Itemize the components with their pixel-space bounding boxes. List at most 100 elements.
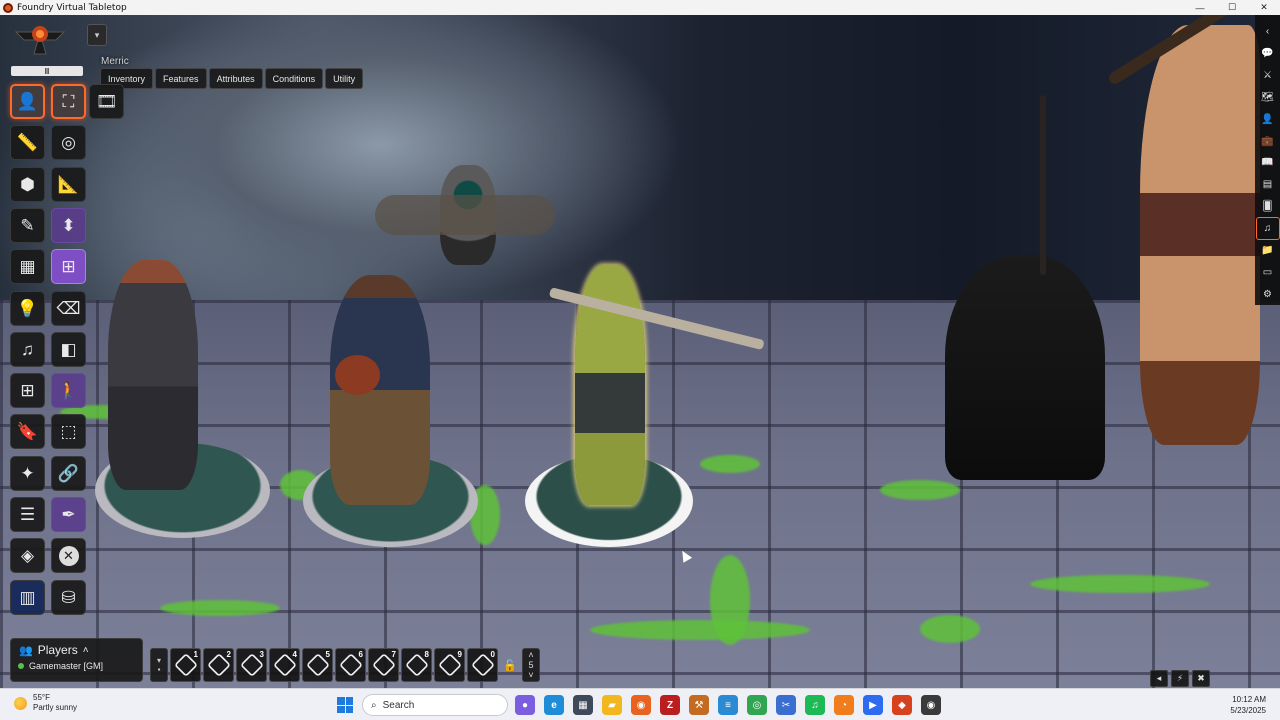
notepad-app-icon[interactable]: ≡: [718, 695, 738, 715]
grid-tool[interactable]: ⊞: [51, 249, 86, 285]
macro-slot[interactable]: 7: [368, 648, 399, 682]
hotbar-lock-icon[interactable]: 🔓: [500, 648, 520, 682]
measure-controls[interactable]: 📏: [10, 125, 45, 161]
sidebar-tab-tables[interactable]: ▤: [1257, 174, 1279, 196]
player-row[interactable]: Gamemaster [GM]: [11, 657, 142, 671]
minimize-button[interactable]: —: [1184, 0, 1216, 15]
sidebar-tab-scenes[interactable]: 🗺: [1257, 87, 1279, 109]
chevron-up-icon[interactable]: ˄: [83, 645, 89, 656]
firefox-app-icon[interactable]: ◉: [631, 695, 651, 715]
tab-conditions[interactable]: Conditions: [264, 68, 324, 89]
edge-app-icon[interactable]: e: [544, 695, 564, 715]
sidebar-tab-settings[interactable]: ⚙: [1257, 283, 1279, 305]
region-controls[interactable]: ⊞: [10, 373, 45, 409]
pause-indicator[interactable]: II: [11, 66, 83, 76]
tab-features[interactable]: Features: [155, 68, 207, 89]
sidebar-tab-combat[interactable]: ⚔: [1257, 65, 1279, 87]
explorer-app-icon[interactable]: ▰: [602, 695, 622, 715]
macro-slot[interactable]: 1: [170, 648, 201, 682]
elevation-tool[interactable]: ⬍: [51, 207, 86, 243]
sidebar-tab-chat[interactable]: 💬: [1257, 43, 1279, 65]
macro-slot[interactable]: 6: [335, 648, 366, 682]
sidebar-tab-notes[interactable]: ▭: [1257, 261, 1279, 283]
eraser-tool[interactable]: ⌫: [51, 290, 86, 326]
macro-slot[interactable]: 3: [236, 648, 267, 682]
foundry-app-icon[interactable]: ⚒: [689, 695, 709, 715]
walk-tool[interactable]: 🚶: [51, 373, 86, 409]
chrome-app-icon[interactable]: ◎: [747, 695, 767, 715]
effects-controls[interactable]: ✦: [10, 455, 45, 491]
maximize-button[interactable]: ☐: [1216, 0, 1248, 15]
wall-controls[interactable]: ▦: [10, 249, 45, 285]
weather-widget[interactable]: 55°F Partly sunny: [14, 693, 77, 713]
tab-attributes[interactable]: Attributes: [208, 68, 263, 89]
feather-tool[interactable]: ✒: [51, 497, 86, 532]
macro-slot[interactable]: 5: [302, 648, 333, 682]
window-controls: — ☐ ✕: [1184, 0, 1280, 15]
notes-controls[interactable]: 🔖: [10, 414, 45, 450]
close-button[interactable]: ✕: [1248, 0, 1280, 15]
macro-slot[interactable]: 2: [203, 648, 234, 682]
macro-slot[interactable]: 0: [467, 648, 498, 682]
sidebar-tab-playlists[interactable]: ♫: [1255, 216, 1280, 241]
page-down-icon[interactable]: ˅: [528, 670, 533, 680]
foundry-logo[interactable]: [12, 22, 68, 58]
blender-app-icon[interactable]: ◔: [834, 695, 854, 715]
cube-tool[interactable]: ◧: [51, 331, 86, 367]
list-controls[interactable]: ☰: [10, 497, 45, 532]
token-cloaked-wraith[interactable]: [945, 255, 1105, 480]
system-clock[interactable]: 10:12 AM 5/23/2025: [1220, 694, 1266, 716]
copilot-app-icon[interactable]: ●: [515, 695, 535, 715]
macro-slot[interactable]: 4: [269, 648, 300, 682]
sound-controls[interactable]: ♫: [10, 331, 45, 367]
drawing-controls[interactable]: ✎: [10, 207, 45, 243]
layers-icon: ◈: [20, 546, 35, 566]
windows-start-icon[interactable]: [337, 697, 353, 713]
token-knight[interactable]: [108, 260, 198, 490]
foundry-vtt-app-icon[interactable]: ◆: [892, 695, 912, 715]
sidebar-tab-collapse[interactable]: ‹: [1257, 21, 1279, 43]
user-icon: 👤: [1261, 113, 1274, 125]
sidebar-tab-items[interactable]: 💼: [1257, 130, 1279, 152]
clear-tool[interactable]: ✕: [51, 538, 86, 574]
sidebar-tab-journal[interactable]: 📖: [1257, 152, 1279, 174]
taskbar-search[interactable]: ⌕ Search: [362, 694, 508, 716]
sidebar-tab-compendium[interactable]: 📁: [1257, 239, 1279, 261]
page-up-icon[interactable]: ˄: [528, 650, 533, 660]
snipping-app-icon[interactable]: ✂: [776, 695, 796, 715]
target-tool[interactable]: ◎: [51, 125, 86, 161]
ruler-tool[interactable]: 📐: [51, 166, 86, 202]
tools-icon[interactable]: ✖: [1192, 670, 1210, 687]
map-controls[interactable]: ▥: [10, 579, 45, 615]
lighting-controls[interactable]: 💡: [10, 290, 45, 326]
filezilla-app-icon[interactable]: Z: [660, 695, 680, 715]
token-ogre-partial[interactable]: [1140, 25, 1260, 445]
players-panel[interactable]: 👥 Players ˄ Gamemaster [GM]: [10, 638, 143, 682]
tile-controls[interactable]: ⬢: [10, 166, 45, 202]
token-controls[interactable]: 👤: [10, 84, 45, 119]
game-canvas[interactable]: [0, 15, 1280, 688]
activity-icon[interactable]: ⚡: [1171, 670, 1189, 687]
hotbar-menu-toggle[interactable]: ▾ ▪: [150, 648, 168, 682]
note-icon: ▭: [1262, 266, 1273, 278]
link-tool[interactable]: 🔗: [51, 455, 86, 491]
layers-controls[interactable]: ◈: [10, 538, 45, 574]
sun-icon: [14, 696, 27, 710]
spotify-app-icon[interactable]: ♫: [805, 695, 825, 715]
zoom-app-icon[interactable]: ▶: [863, 695, 883, 715]
obs-app-icon[interactable]: ◉: [921, 695, 941, 715]
calculator-app-icon[interactable]: ▦: [573, 695, 593, 715]
tab-utility[interactable]: Utility: [325, 68, 364, 89]
sidebar-tab-cards[interactable]: 🂠: [1257, 196, 1279, 218]
scene-navigation-toggle[interactable]: ▾: [87, 24, 107, 46]
hotbar-page-controls[interactable]: ˄ 5 ˅: [522, 648, 540, 682]
macro-slot[interactable]: 9: [434, 648, 465, 682]
transform-tool[interactable]: ⬚: [51, 414, 86, 450]
sidebar-tab-actors[interactable]: 👤: [1257, 108, 1279, 130]
select-tool[interactable]: ⛶: [51, 84, 86, 119]
collapse-icon[interactable]: ◂: [1150, 670, 1168, 687]
film-tool[interactable]: 🎞: [89, 84, 124, 119]
macro-slot[interactable]: 8: [401, 648, 432, 682]
clock-date: 5/23/2025: [1230, 706, 1266, 715]
database-tool[interactable]: ⛁: [51, 579, 86, 615]
